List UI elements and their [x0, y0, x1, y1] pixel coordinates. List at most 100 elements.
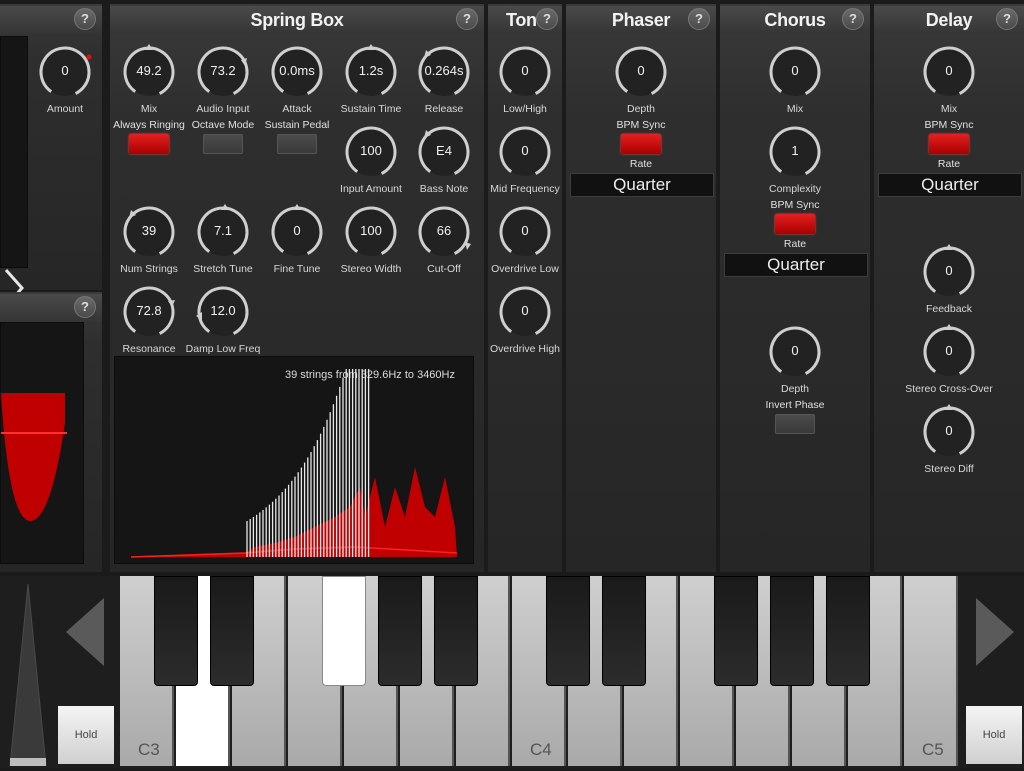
keyboard-area: Hold C3 C4 C5 Hold — [0, 576, 1024, 768]
octave-up-icon[interactable] — [972, 596, 1016, 668]
chorus-mix-value: 0 — [791, 63, 799, 78]
black-key[interactable] — [714, 576, 758, 686]
chorus-depth-label: Depth — [780, 383, 810, 395]
sustain-pedal-toggle[interactable] — [277, 134, 317, 154]
mix-knob[interactable]: 49.2 Mix — [112, 44, 186, 120]
num-strings-knob[interactable]: 39 Num Strings — [112, 204, 186, 280]
delay-rate-select[interactable]: Quarter — [878, 173, 1022, 197]
damp-low-freq-value: 12.0 — [210, 303, 236, 318]
help-button[interactable]: ? — [536, 8, 558, 30]
cut-off-label: Cut-Off — [427, 263, 461, 275]
delay-mix-value: 0 — [945, 63, 953, 78]
overdrive-high-knob[interactable]: 0 Overdrive High — [488, 284, 562, 360]
help-button[interactable]: ? — [688, 8, 710, 30]
stereo-width-knob[interactable]: 100 Stereo Width — [334, 204, 408, 280]
overdrive-low-knob[interactable]: 0 Overdrive Low — [488, 204, 562, 280]
pitch-slider-graphic — [9, 583, 47, 767]
delay-rate-label: Rate — [937, 158, 961, 170]
stretch-tune-value: 7.1 — [213, 223, 233, 238]
sustain-time-knob[interactable]: 1.2s Sustain Time — [334, 44, 408, 120]
fine-tune-value: 0 — [293, 223, 301, 238]
white-key[interactable] — [904, 576, 958, 766]
release-label: Release — [424, 103, 464, 115]
amount-knob[interactable]: 0 Amount — [28, 44, 102, 120]
attack-knob[interactable]: 0.0ms Attack — [260, 44, 334, 120]
mix-value: 49.2 — [136, 63, 162, 78]
chorus-rate-label: Rate — [783, 238, 807, 250]
chorus-rate-select[interactable]: Quarter — [724, 253, 868, 277]
always-ringing-toggle[interactable] — [129, 134, 169, 154]
amount-value: 0 — [61, 63, 69, 78]
key-label-c4: C4 — [530, 740, 552, 759]
help-button[interactable]: ? — [74, 296, 96, 318]
phaser-bpm-sync-toggle[interactable] — [621, 134, 661, 154]
stereo-diff-label: Stereo Diff — [924, 463, 974, 475]
delay-mix-label: Mix — [940, 103, 958, 115]
phaser-rate-label: Rate — [629, 158, 653, 170]
amount-label: Amount — [46, 103, 84, 115]
black-key[interactable] — [378, 576, 422, 686]
phaser-rate-select[interactable]: Quarter — [570, 173, 714, 197]
delay-bpm-sync-label: BPM Sync — [924, 119, 974, 131]
black-key[interactable] — [322, 576, 366, 686]
octave-down-icon[interactable] — [64, 596, 108, 668]
num-strings-value: 39 — [141, 223, 157, 238]
overdrive-high-label: Overdrive High — [489, 343, 561, 355]
left-display — [0, 36, 28, 268]
cut-off-knob[interactable]: 66 Cut-Off — [407, 204, 481, 280]
piano-keys: C3 C4 C5 — [120, 576, 962, 768]
fine-tune-knob[interactable]: 0 Fine Tune — [260, 204, 334, 280]
chorus-depth-knob[interactable]: 0 Depth — [758, 324, 832, 400]
damp-low-freq-knob[interactable]: 12.0 Damp Low Freq — [186, 284, 260, 360]
black-key[interactable] — [434, 576, 478, 686]
hold-left-button[interactable]: Hold — [58, 706, 114, 764]
attack-value: 0.0ms — [279, 63, 315, 78]
chorus-bpm-sync-toggle[interactable] — [775, 214, 815, 234]
spectrum-graphic — [130, 369, 458, 558]
black-key[interactable] — [770, 576, 814, 686]
delay-bpm-sync-toggle[interactable] — [929, 134, 969, 154]
chorus-mix-label: Mix — [786, 103, 804, 115]
octave-mode-label: Octave Mode — [191, 119, 255, 131]
help-button[interactable]: ? — [842, 8, 864, 30]
help-button[interactable]: ? — [996, 8, 1018, 30]
low-high-knob[interactable]: 0 Low/High — [488, 44, 562, 120]
invert-phase-toggle[interactable] — [775, 414, 815, 434]
delay-mix-knob[interactable]: 0 Mix — [912, 44, 986, 120]
pitch-slider[interactable] — [8, 582, 48, 767]
stereo-width-value: 100 — [360, 223, 382, 238]
mid-frequency-knob[interactable]: 0 Mid Frequency — [488, 124, 562, 200]
key-label-c5: C5 — [922, 740, 944, 759]
phaser-bpm-sync-label: BPM Sync — [616, 119, 666, 131]
release-knob[interactable]: 0.264s Release — [407, 44, 481, 120]
hold-right-button[interactable]: Hold — [966, 706, 1022, 764]
help-button[interactable]: ? — [456, 8, 478, 30]
waveform-graphic — [1, 393, 67, 522]
chorus-mix-knob[interactable]: 0 Mix — [758, 44, 832, 120]
stereo-diff-knob[interactable]: 0 Stereo Diff — [912, 404, 986, 480]
feedback-knob[interactable]: 0 Feedback — [912, 244, 986, 320]
bass-note-knob[interactable]: E4 Bass Note — [407, 124, 481, 200]
octave-mode-toggle[interactable] — [203, 134, 243, 154]
chorus-panel: Chorus ? 0 Mix 1 Complexity BPM Sync Rat… — [720, 4, 870, 572]
chorus-bpm-sync-label: BPM Sync — [770, 199, 820, 211]
black-key[interactable] — [826, 576, 870, 686]
audio-input-knob[interactable]: 73.2 Audio Input — [186, 44, 260, 120]
phaser-depth-knob[interactable]: 0 Depth — [604, 44, 678, 120]
black-key[interactable] — [602, 576, 646, 686]
stereo-cross-over-knob[interactable]: 0 Stereo Cross-Over — [905, 324, 993, 400]
black-key[interactable] — [546, 576, 590, 686]
feedback-value: 0 — [945, 263, 953, 278]
help-button[interactable]: ? — [74, 8, 96, 30]
chorus-complexity-knob[interactable]: 1 Complexity — [758, 124, 832, 200]
spring-box-panel: Spring Box ? 49.2 Mix 73.2 Audio Input 0… — [110, 4, 484, 572]
resonance-knob[interactable]: 72.8 Resonance — [112, 284, 186, 360]
phaser-panel: Phaser ? 0 Depth BPM Sync Rate Quarter — [566, 4, 716, 572]
bass-note-value: E4 — [436, 143, 452, 158]
low-high-value: 0 — [521, 63, 529, 78]
black-key[interactable] — [154, 576, 198, 686]
stretch-tune-knob[interactable]: 7.1 Stretch Tune — [186, 204, 260, 280]
black-key[interactable] — [210, 576, 254, 686]
input-amount-knob[interactable]: 100 Input Amount — [334, 124, 408, 200]
resonance-value: 72.8 — [136, 303, 162, 318]
